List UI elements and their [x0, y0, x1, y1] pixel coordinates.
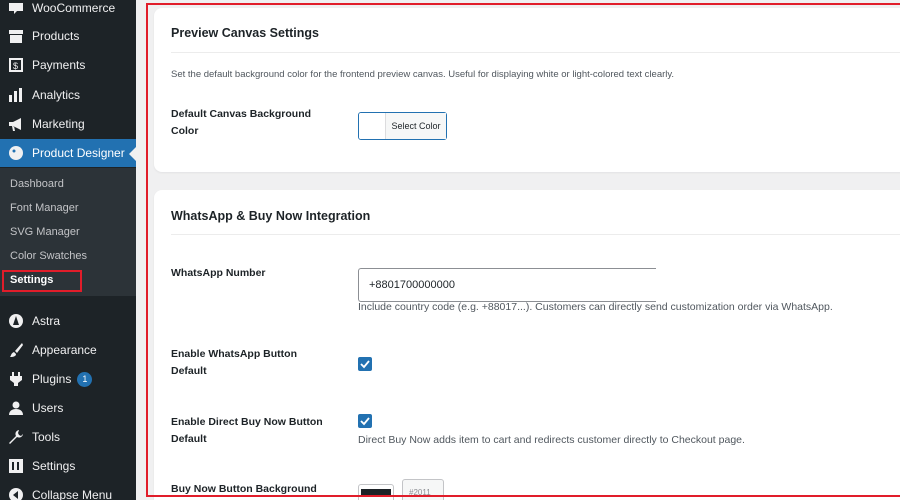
menu-item-product-designer[interactable]: Product Designer	[0, 139, 136, 167]
menu-label: WooCommerce	[32, 1, 116, 15]
submenu-font-manager[interactable]: Font Manager	[10, 202, 78, 214]
chart-bar-icon	[8, 87, 24, 103]
menu-label: Appearance	[32, 343, 97, 357]
user-icon	[8, 400, 24, 416]
menu-label: Plugins	[32, 372, 72, 386]
woo-icon	[8, 0, 24, 16]
plug-icon	[8, 371, 24, 387]
menu-label: Product Designer	[32, 146, 125, 160]
brush-icon	[8, 342, 24, 358]
menu-item-collapse[interactable]: Collapse Menu	[0, 481, 136, 500]
menu-item-appearance[interactable]: Appearance	[0, 336, 136, 364]
menu-label: Collapse Menu	[32, 488, 113, 500]
astra-icon	[8, 313, 24, 329]
megaphone-icon	[8, 116, 24, 132]
menu-label: Payments	[32, 58, 86, 72]
archive-icon	[8, 28, 24, 44]
submenu-color-swatches[interactable]: Color Swatches	[10, 250, 87, 262]
dollar-icon: $	[8, 57, 24, 73]
settings-icon	[8, 458, 24, 474]
collapse-icon	[8, 487, 24, 500]
menu-label: Astra	[32, 314, 61, 328]
menu-label: Users	[32, 401, 64, 415]
menu-label: Marketing	[32, 117, 85, 131]
highlight-outline	[146, 3, 900, 497]
menu-item-woocommerce[interactable]: WooCommerce	[0, 0, 136, 22]
admin-sidebar: WooCommerce Products $ Payments Analytic…	[0, 0, 136, 500]
menu-label: Products	[32, 29, 80, 43]
menu-item-users[interactable]: Users	[0, 394, 136, 422]
menu-label: Analytics	[32, 88, 81, 102]
menu-item-plugins[interactable]: Plugins 1	[0, 365, 136, 393]
settings-highlight-box	[2, 270, 82, 292]
menu-label: Tools	[32, 430, 61, 444]
menu-item-astra[interactable]: Astra	[0, 307, 136, 335]
svg-text:$: $	[13, 61, 18, 71]
submenu-svg-manager[interactable]: SVG Manager	[10, 226, 80, 238]
menu-item-analytics[interactable]: Analytics	[0, 81, 136, 109]
active-indicator	[129, 147, 136, 161]
submenu-dashboard[interactable]: Dashboard	[10, 178, 64, 190]
menu-item-settings[interactable]: Settings	[0, 452, 136, 480]
wrench-icon	[8, 429, 24, 445]
plugins-update-badge: 1	[77, 371, 93, 387]
menu-label: Settings	[32, 459, 76, 473]
menu-item-tools[interactable]: Tools	[0, 423, 136, 451]
menu-item-products[interactable]: Products	[0, 22, 136, 50]
palette-icon	[8, 145, 24, 161]
menu-item-marketing[interactable]: Marketing	[0, 110, 136, 138]
menu-item-payments[interactable]: $ Payments	[0, 51, 136, 79]
